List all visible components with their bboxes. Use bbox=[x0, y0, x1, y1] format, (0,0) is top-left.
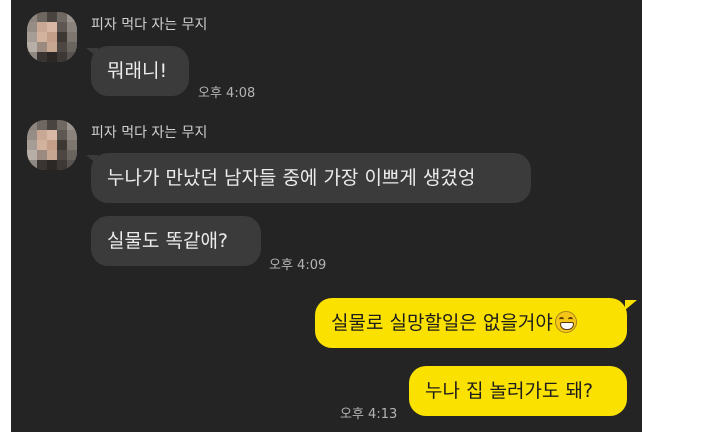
message-timestamp: 오후 4:09 bbox=[269, 258, 327, 273]
message-text: 누나가 만났던 남자들 중에 가장 이쁘게 생겼엉 bbox=[107, 167, 476, 189]
sender-avatar[interactable] bbox=[27, 120, 77, 170]
sender-avatar[interactable] bbox=[27, 12, 77, 62]
message-text: 실물도 똑같애? bbox=[107, 230, 229, 252]
bubble-tail bbox=[625, 300, 637, 310]
sender-name: 피자 먹다 자는 무지 bbox=[91, 125, 208, 141]
message-text: 누나 집 놀러가도 돼? bbox=[425, 380, 594, 402]
chat-area: 피자 먹다 자는 무지 뭐래니! 오후 4:08 피자 먹다 자는 무지 누나가… bbox=[11, 0, 642, 432]
received-message-bubble[interactable]: 뭐래니! bbox=[91, 46, 189, 96]
message-timestamp: 오후 4:13 bbox=[340, 407, 398, 422]
message-text: 실물로 실망할일은 없을거야 bbox=[331, 312, 553, 334]
sender-name: 피자 먹다 자는 무지 bbox=[91, 17, 208, 33]
sent-message-bubble[interactable]: 누나 집 놀러가도 돼? bbox=[409, 366, 627, 416]
received-message-bubble[interactable]: 누나가 만났던 남자들 중에 가장 이쁘게 생겼엉 bbox=[91, 153, 531, 203]
received-message-bubble[interactable]: 실물도 똑같애? bbox=[91, 216, 261, 266]
grinning-face-emoji-icon bbox=[554, 311, 577, 333]
sent-message-bubble[interactable]: 실물로 실망할일은 없을거야 bbox=[315, 298, 627, 348]
message-timestamp: 오후 4:08 bbox=[198, 86, 256, 101]
message-text: 뭐래니! bbox=[107, 60, 168, 82]
